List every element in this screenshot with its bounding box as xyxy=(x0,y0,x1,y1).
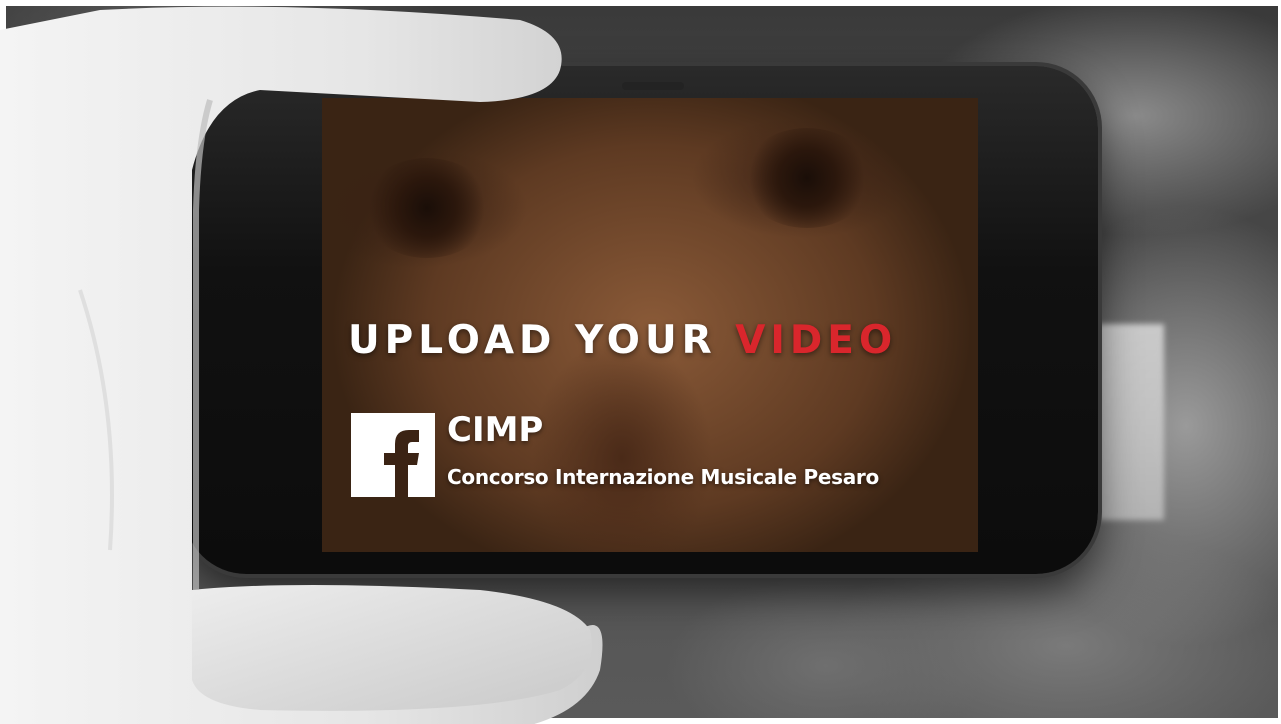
headline-primary: UPLOAD YOUR xyxy=(348,318,736,363)
upload-headline: UPLOAD YOUR VIDEO xyxy=(348,318,958,363)
background-light xyxy=(1098,324,1164,520)
facebook-icon xyxy=(351,413,435,497)
photo-scene: UPLOAD YOUR VIDEO CIMP Concorso Internaz… xyxy=(0,0,1281,724)
phone-speaker xyxy=(622,82,684,90)
headline-accent: VIDEO xyxy=(735,318,898,363)
brand-name: CIMP xyxy=(447,410,544,450)
right-eye xyxy=(742,128,872,228)
brand-full-name: Concorso Internazione Musicale Pesaro xyxy=(447,465,879,489)
